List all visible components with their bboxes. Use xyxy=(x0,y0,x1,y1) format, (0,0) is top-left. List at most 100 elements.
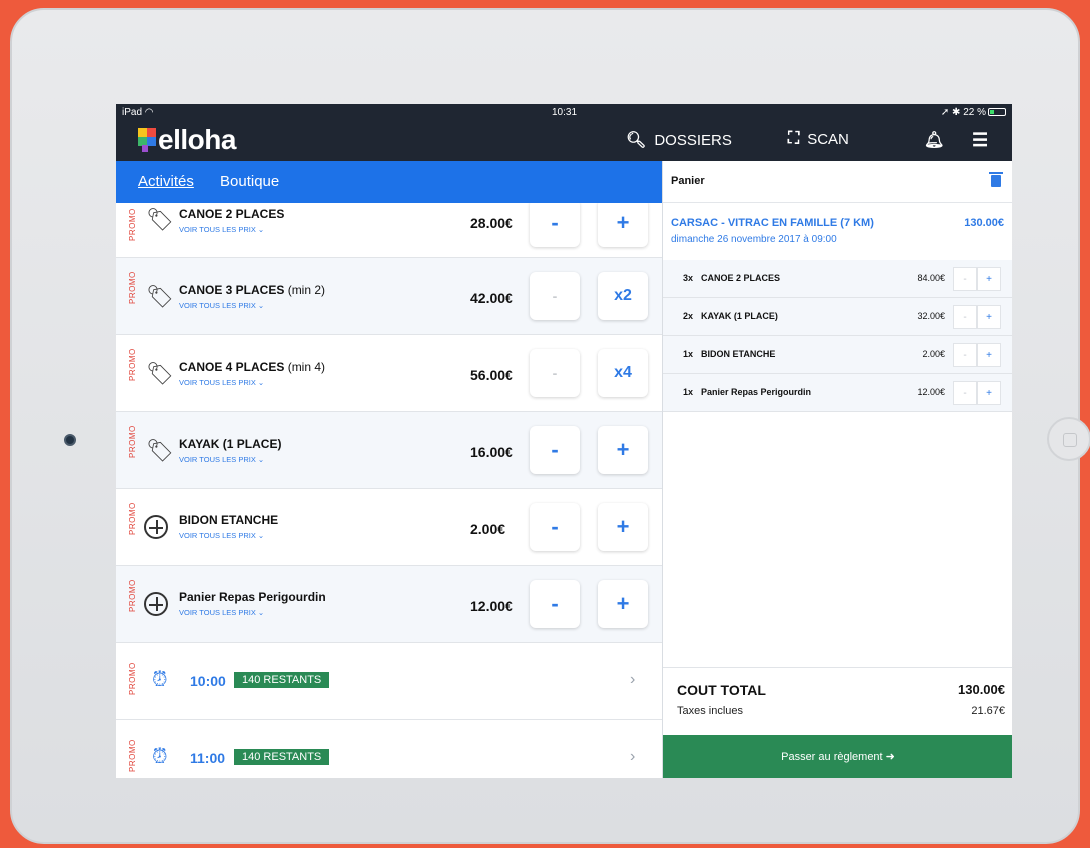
cart-header: Panier xyxy=(663,161,1012,203)
search-icon: 🔍︎ xyxy=(626,132,647,149)
cart-line-name: Panier Repas Perigourdin xyxy=(701,387,812,397)
see-all-prices-link[interactable]: VOIR TOUS LES PRIX ⌄ xyxy=(179,455,264,464)
product-row: PROMO 🏷︎ CANOE 2 PLACES VOIR TOUS LES PR… xyxy=(116,203,662,258)
cart-activity-price: 130.00€ xyxy=(964,217,1004,229)
cart-decrement-button[interactable]: - xyxy=(953,305,977,329)
product-name: CANOE 3 PLACES (min 2) xyxy=(179,283,326,297)
cart-line: 2x KAYAK (1 PLACE) 32.00€ - + xyxy=(663,298,1012,336)
add-multiple-button[interactable]: x4 xyxy=(598,349,648,397)
product-row: PROMO 🏷︎ CANOE 3 PLACES (min 2) VOIR TOU… xyxy=(116,258,662,335)
app-screen: iPad ◠ 10:31 ➚ ✱ 22 % elloha 🔍︎ DOSSIERS… xyxy=(116,104,1012,778)
product-price: 16.00€ xyxy=(470,444,513,460)
cart-increment-button[interactable]: + xyxy=(977,381,1001,405)
cart-line-price: 32.00€ xyxy=(917,311,945,321)
product-row: PROMO BIDON ETANCHE VOIR TOUS LES PRIX ⌄… xyxy=(116,489,662,566)
product-name: KAYAK (1 PLACE) xyxy=(179,437,282,451)
cart-decrement-button[interactable]: - xyxy=(953,343,977,367)
plus-circle-icon xyxy=(144,592,168,616)
cart-line-qty: 3x xyxy=(683,273,694,283)
cart-line-name: KAYAK (1 PLACE) xyxy=(701,311,778,321)
brand-logo[interactable]: elloha xyxy=(136,124,236,156)
promo-label: PROMO xyxy=(128,208,137,241)
product-price: 56.00€ xyxy=(470,367,513,383)
increment-button[interactable]: + xyxy=(598,203,648,247)
slot-time: 11:00 xyxy=(190,750,226,766)
decrement-button[interactable]: - xyxy=(530,203,580,247)
decrement-button[interactable]: - xyxy=(530,272,580,320)
scan-button[interactable]: ⛶ SCAN xyxy=(788,130,849,148)
cart-line: 3x CANOE 2 PLACES 84.00€ - + xyxy=(663,260,1012,298)
cart-line-qty: 1x xyxy=(683,387,694,397)
ticket-icon: 🏷︎ xyxy=(146,361,174,386)
cart-decrement-button[interactable]: - xyxy=(953,267,977,291)
slot-time: 10:00 xyxy=(190,673,226,689)
increment-button[interactable]: + xyxy=(598,503,648,551)
promo-label: PROMO xyxy=(128,662,137,695)
promo-label: PROMO xyxy=(128,502,137,535)
alarm-clock-icon: ⏰︎ xyxy=(152,746,168,768)
promo-label: PROMO xyxy=(128,271,137,304)
tax-value: 21.67€ xyxy=(971,705,1005,717)
product-name: CANOE 4 PLACES (min 4) xyxy=(179,360,326,374)
see-all-prices-link[interactable]: VOIR TOUS LES PRIX ⌄ xyxy=(179,225,264,234)
time-slot-row[interactable]: PROMO ⏰︎ 11:00 140 RESTANTS › xyxy=(116,720,662,778)
cart-total: COUT TOTAL 130.00€ Taxes inclues 21.67€ xyxy=(663,667,1012,735)
increment-button[interactable]: + xyxy=(598,580,648,628)
hamburger-menu-icon: ☰ xyxy=(972,130,989,150)
availability-badge: 140 RESTANTS xyxy=(234,749,330,765)
tab-boutique[interactable]: Boutique xyxy=(220,173,279,190)
product-price: 2.00€ xyxy=(470,521,506,537)
camera-dot xyxy=(64,434,76,446)
menu-button[interactable]: ☰ xyxy=(972,130,996,151)
logo-mark-icon xyxy=(136,128,156,152)
promo-label: PROMO xyxy=(128,425,137,458)
cart-title: Panier xyxy=(671,175,705,187)
dossiers-button[interactable]: 🔍︎ DOSSIERS xyxy=(626,130,732,150)
product-name: BIDON ETANCHE xyxy=(179,513,279,527)
trash-icon[interactable] xyxy=(989,172,1003,187)
cart-line-price: 12.00€ xyxy=(917,387,945,397)
tax-label: Taxes inclues xyxy=(677,705,744,717)
cart-line-name: CANOE 2 PLACES xyxy=(701,273,781,283)
decrement-button[interactable]: - xyxy=(530,580,580,628)
home-button[interactable] xyxy=(1047,417,1090,461)
alarm-clock-icon: ⏰︎ xyxy=(152,669,168,691)
bell-icon: 🔔︎ xyxy=(924,132,945,149)
bluetooth-icon: ✱ xyxy=(952,107,961,118)
cart-activity-name[interactable]: CARSAC - VITRAC EN FAMILLE (7 KM) xyxy=(671,217,874,229)
cart-line-name: BIDON ETANCHE xyxy=(701,349,776,359)
promo-label: PROMO xyxy=(128,579,137,612)
product-price: 12.00€ xyxy=(470,598,513,614)
cart-panel: Panier CARSAC - VITRAC EN FAMILLE (7 KM)… xyxy=(662,161,1012,778)
product-list: PROMO 🏷︎ CANOE 2 PLACES VOIR TOUS LES PR… xyxy=(116,203,662,778)
checkout-button[interactable]: Passer au règlement ➜ xyxy=(663,735,1012,778)
cart-line-price: 84.00€ xyxy=(917,273,945,283)
scan-frame-icon: ⛶ xyxy=(788,130,800,147)
time-slot-row[interactable]: PROMO ⏰︎ 10:00 140 RESTANTS › xyxy=(116,643,662,720)
increment-button[interactable]: + xyxy=(598,426,648,474)
product-name: Panier Repas Perigourdin xyxy=(179,590,326,604)
cart-increment-button[interactable]: + xyxy=(977,343,1001,367)
decrement-button[interactable]: - xyxy=(530,426,580,474)
total-value: 130.00€ xyxy=(958,682,1005,697)
top-bar: iPad ◠ 10:31 ➚ ✱ 22 % elloha 🔍︎ DOSSIERS… xyxy=(116,104,1012,161)
add-multiple-button[interactable]: x2 xyxy=(598,272,648,320)
see-all-prices-link[interactable]: VOIR TOUS LES PRIX ⌄ xyxy=(179,378,264,387)
decrement-button[interactable]: - xyxy=(530,349,580,397)
cart-line: 1x BIDON ETANCHE 2.00€ - + xyxy=(663,336,1012,374)
chevron-right-icon: › xyxy=(630,748,636,765)
notifications-button[interactable]: 🔔︎ xyxy=(924,130,952,150)
promo-label: PROMO xyxy=(128,739,137,772)
battery-icon xyxy=(988,108,1006,117)
tab-activites[interactable]: Activités xyxy=(138,173,194,190)
see-all-prices-link[interactable]: VOIR TOUS LES PRIX ⌄ xyxy=(179,608,264,617)
cart-increment-button[interactable]: + xyxy=(977,305,1001,329)
cart-increment-button[interactable]: + xyxy=(977,267,1001,291)
see-all-prices-link[interactable]: VOIR TOUS LES PRIX ⌄ xyxy=(179,301,264,310)
product-price: 42.00€ xyxy=(470,290,513,306)
cart-decrement-button[interactable]: - xyxy=(953,381,977,405)
total-label: COUT TOTAL xyxy=(677,682,766,698)
decrement-button[interactable]: - xyxy=(530,503,580,551)
see-all-prices-link[interactable]: VOIR TOUS LES PRIX ⌄ xyxy=(179,531,264,540)
promo-label: PROMO xyxy=(128,348,137,381)
